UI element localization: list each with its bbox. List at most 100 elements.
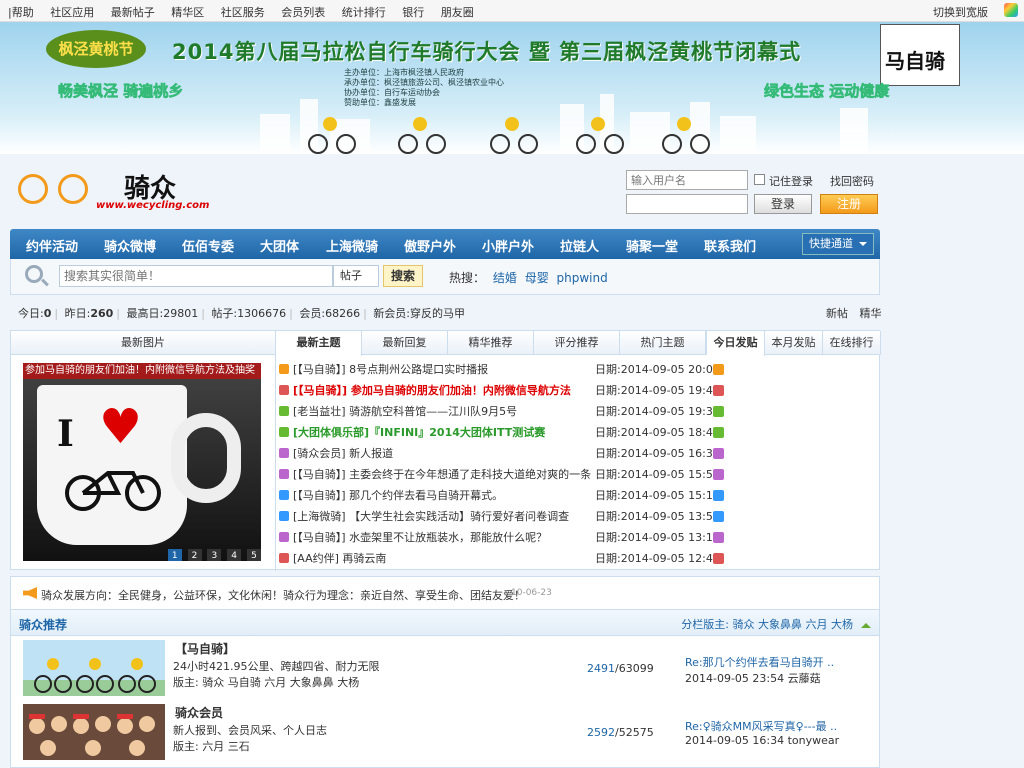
nav-item-activities[interactable]: 约伴活动: [26, 236, 78, 255]
top-link-stats[interactable]: 统计排行: [342, 6, 386, 19]
search-icon: [25, 265, 43, 283]
quick-access-dropdown[interactable]: 快捷通道: [802, 233, 874, 255]
hot-search-link[interactable]: phpwind: [557, 271, 608, 285]
thread-row[interactable]: [【马自骑】] 主委会终于在今年想通了走科技大道绝对爽的一条 日期:2014-09…: [279, 464, 720, 485]
tab-latest-topics[interactable]: 最新主题: [276, 331, 362, 356]
tab-today-posts[interactable]: 今日发贴: [707, 331, 765, 356]
top-link-apps[interactable]: 社区应用: [50, 6, 94, 19]
nav-item-500[interactable]: 伍佰专委: [182, 236, 234, 255]
thread-title[interactable]: [骑众会员] 新人报道: [293, 443, 593, 464]
tab-rated[interactable]: 评分推荐: [534, 331, 620, 355]
collapse-icon[interactable]: [861, 618, 871, 628]
thread-title[interactable]: [大团体俱乐部]『INFINI』2014大团体ITT测试赛: [293, 422, 593, 443]
forum-last-post[interactable]: Re:♀骑众MM风采写真♀---最 ..: [685, 718, 837, 734]
thread-date: 日期:2014-09-05 19:31: [595, 405, 720, 418]
newest-member-link[interactable]: 穿反的马甲: [410, 307, 465, 320]
thread-row[interactable]: [骑众会员] 新人报道 日期:2014-09-05 16:31: [279, 443, 720, 464]
username-input[interactable]: [626, 170, 748, 190]
forum-image[interactable]: [23, 704, 165, 760]
forum-last-post[interactable]: Re:那几个约伴去看马自骑开 ..: [685, 654, 834, 670]
notice-bar: 骑众发展方向：全民健身，公益环保，文化休闲！骑众行为理念：亲近自然、享受生命、团…: [10, 576, 880, 610]
nav-item-big-team[interactable]: 大团体: [260, 236, 299, 255]
thread-row[interactable]: [老当益壮] 骑游航空科普馆——江川队9月5号 日期:2014-09-05 19:…: [279, 401, 720, 422]
top-link-services[interactable]: 社区服务: [221, 6, 265, 19]
forum-row: 【马自骑】 24小时421.95公里、跨越四省、耐力无限 版主: 骑众 马自骑 …: [23, 640, 869, 700]
event-banner[interactable]: 枫泾黄桃节 2014第八届马拉松自行车骑行大会 暨 第三届枫泾黄桃节闭幕式 马自…: [0, 22, 1024, 154]
nav-item-xiaopang[interactable]: 小胖户外: [482, 236, 534, 255]
thread-title[interactable]: [AA约伴] 再骑云南: [293, 548, 593, 569]
pager-item[interactable]: 5: [247, 549, 261, 561]
nav-item-gathering[interactable]: 骑聚一堂: [626, 236, 678, 255]
forum-image[interactable]: [23, 640, 165, 696]
top-link-bank[interactable]: 银行: [402, 6, 424, 19]
pager-item[interactable]: 2: [187, 549, 202, 561]
login-button[interactable]: 登录: [754, 194, 812, 214]
tab-month-posts[interactable]: 本月发贴: [765, 331, 823, 355]
hot-search-link[interactable]: 母婴: [525, 271, 549, 285]
tab-hot[interactable]: 热门主题: [620, 331, 706, 355]
top-links: |帮助 社区应用 最新帖子 精华区 社区服务 会员列表 统计排行 银行 朋友圈: [8, 4, 487, 20]
thread-row[interactable]: [【马自骑】] 8号点荆州公路堤口实时播报 日期:2014-09-05 20:08: [279, 359, 720, 380]
top-link-members[interactable]: 会员列表: [281, 6, 325, 19]
top-link-new-posts[interactable]: 最新帖子: [111, 6, 155, 19]
thread-title[interactable]: [【马自骑】] 8号点荆州公路堤口实时播报: [293, 359, 593, 380]
nav-item-weibo[interactable]: 骑众微博: [104, 236, 156, 255]
bicycle-icon: [65, 471, 161, 511]
thread-title[interactable]: [【马自骑】] 水壶架里不让放瓶装水，那能放什么呢？: [293, 527, 593, 548]
forum-stats: 今日:0 | 昨日:260 | 最高日:29801 | 帖子:1306676 | 会员:…: [18, 307, 466, 320]
remember-checkbox[interactable]: [754, 174, 765, 185]
thread-row[interactable]: [【马自骑】] 参加马自骑的朋友们加油！内附微信导航方法 日期:2014-09-0…: [279, 380, 720, 401]
site-logo[interactable]: 骑众 www.wecycling.com: [14, 168, 209, 218]
theme-icon[interactable]: [1004, 3, 1018, 17]
nav-item-aoye[interactable]: 傲野户外: [404, 236, 456, 255]
search-button[interactable]: 搜索: [383, 265, 423, 287]
nav-item-contact[interactable]: 联系我们: [704, 236, 756, 255]
new-posts-link[interactable]: 新帖: [826, 307, 848, 320]
forum-desc: 新人报到、会员风采、个人日志: [173, 724, 327, 737]
tab-latest-replies[interactable]: 最新回复: [362, 331, 448, 355]
pager-item[interactable]: 1: [167, 549, 182, 561]
register-button[interactable]: 注册: [820, 194, 878, 214]
thread-row[interactable]: [AA约伴] 再骑云南 日期:2014-09-05 12:48: [279, 548, 720, 569]
forum-moderators[interactable]: 版主: 六月 三石: [173, 738, 250, 754]
hot-search-link[interactable]: 结婚: [493, 271, 517, 285]
image-caption[interactable]: 参加马自骑的朋友们加油！内附微信导航方法及抽奖: [23, 363, 261, 379]
digest-link[interactable]: 精华: [860, 307, 882, 320]
password-input[interactable]: [626, 194, 748, 214]
thread-row[interactable]: [上海微骑] 【大学生社会实践活动】骑行爱好者问卷调查 日期:2014-09-05…: [279, 506, 720, 527]
search-input[interactable]: [59, 265, 333, 287]
thread-row[interactable]: [【马自骑】] 那几个约伴去看马自骑开幕式。 日期:2014-09-05 15:1…: [279, 485, 720, 506]
pager-item[interactable]: 4: [227, 549, 242, 561]
notice-text[interactable]: 骑众发展方向：全民健身，公益环保，文化休闲！骑众行为理念：亲近自然、享受生命、团…: [41, 587, 525, 603]
forum-moderators[interactable]: 版主: 骑众 马自骑 六月 大象鼻鼻 大杨: [173, 674, 359, 690]
top-link-friends[interactable]: 朋友圈: [441, 6, 474, 19]
nav-item-zipper[interactable]: 拉链人: [560, 236, 599, 255]
top-link-digest[interactable]: 精华区: [171, 6, 204, 19]
top-bar: |帮助 社区应用 最新帖子 精华区 社区服务 会员列表 统计排行 银行 朋友圈 …: [0, 0, 1024, 22]
thread-date: 日期:2014-09-05 19:43: [595, 384, 720, 397]
nav-item-shanghai[interactable]: 上海微骑: [326, 236, 378, 255]
thread-row[interactable]: [【马自骑】] 水壶架里不让放瓶装水，那能放什么呢？ 日期:2014-09-05 …: [279, 527, 720, 548]
tab-online-rank[interactable]: 在线排行: [823, 331, 881, 355]
tab-digest[interactable]: 精华推荐: [448, 331, 534, 355]
thread-title[interactable]: [【马自骑】] 参加马自骑的朋友们加油！内附微信导航方法: [293, 380, 593, 401]
banner-title: 2014第八届马拉松自行车骑行大会 暨 第三届枫泾黄桃节闭幕式: [172, 40, 802, 64]
thread-title[interactable]: [【马自骑】] 主委会终于在今年想通了走科技大道绝对爽的一条: [293, 464, 593, 485]
forum-name[interactable]: 骑众会员: [175, 704, 223, 721]
search-scope-select[interactable]: 帖子: [333, 265, 379, 287]
thread-title[interactable]: [上海微骑] 【大学生社会实践活动】骑行爱好者问卷调查: [293, 506, 593, 527]
rank-icon: [713, 427, 724, 438]
top-link-help[interactable]: |帮助: [8, 6, 34, 19]
section-moderators[interactable]: 分栏版主: 骑众 大象鼻鼻 六月 大杨: [681, 616, 853, 632]
thread-row[interactable]: [大团体俱乐部]『INFINI』2014大团体ITT测试赛 日期:2014-09-…: [279, 422, 720, 443]
switch-wide-link[interactable]: 切换到宽版: [933, 4, 988, 20]
thread-title[interactable]: [老当益壮] 骑游航空科普馆——江川队9月5号: [293, 401, 593, 422]
forum-icon: [279, 553, 289, 563]
thread-title[interactable]: [【马自骑】] 那几个约伴去看马自骑开幕式。: [293, 485, 593, 506]
featured-image[interactable]: I ♥ 参加马自骑的朋友们加油！内附微信导航方法及抽奖 1 2 3 4 5: [23, 363, 261, 561]
pager-item[interactable]: 3: [207, 549, 222, 561]
section-title[interactable]: 骑众推荐: [19, 616, 67, 633]
forum-name[interactable]: 【马自骑】: [175, 640, 235, 657]
thread-date: 日期:2014-09-05 13:12: [595, 531, 720, 544]
find-password-link[interactable]: 找回密码: [830, 173, 874, 189]
